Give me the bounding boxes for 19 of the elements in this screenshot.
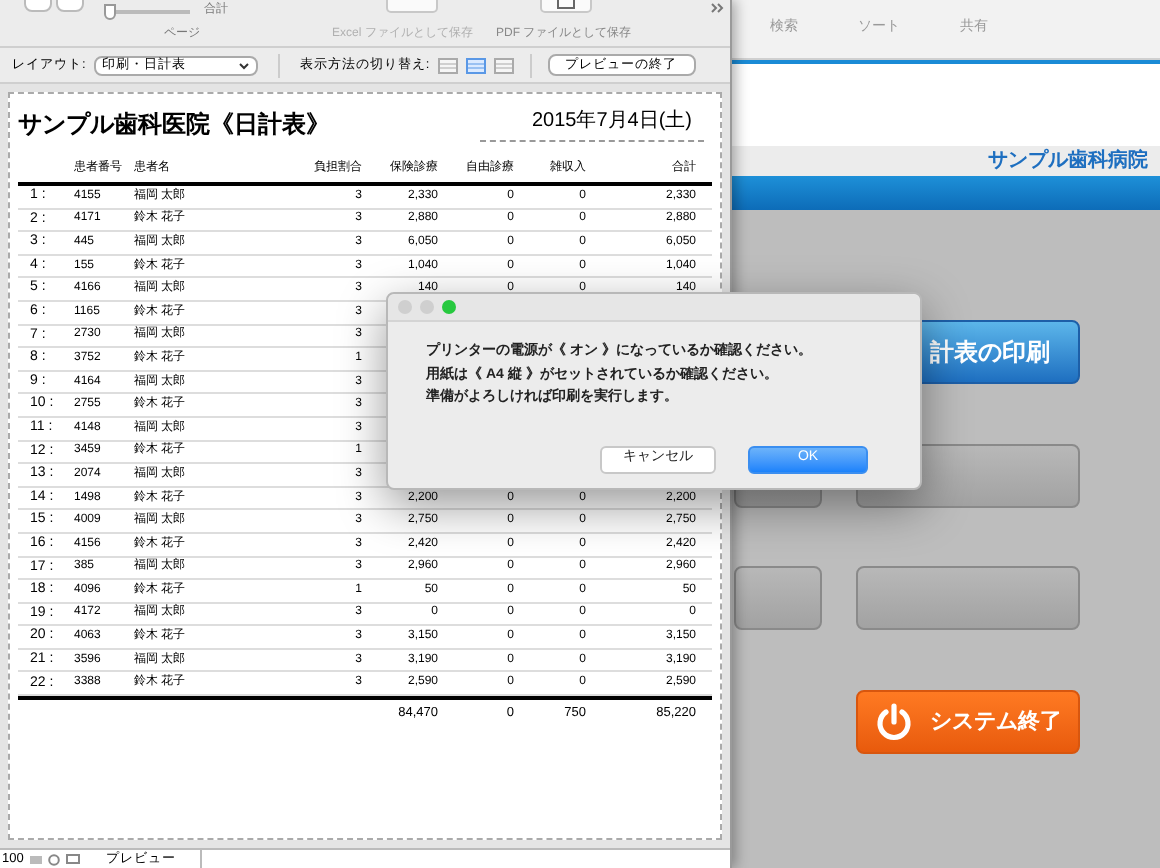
zoom-out-icon	[29, 855, 42, 863]
shutdown-label: システム終了	[930, 707, 1062, 738]
zoom-button[interactable]	[442, 300, 456, 314]
blank-button[interactable]	[856, 566, 1080, 630]
clinic-name: サンプル歯科病院	[988, 146, 1148, 176]
view-mode-icon[interactable]	[465, 57, 486, 73]
blank-button[interactable]	[734, 566, 822, 630]
view-mode-icon[interactable]	[437, 57, 458, 73]
print-icon	[540, 0, 592, 14]
report-date: 2015年7月4日(土)	[480, 106, 704, 142]
zoom-in-icon	[47, 853, 60, 865]
shutdown-button[interactable]: システム終了	[856, 690, 1080, 754]
chevron-down-icon	[237, 61, 250, 69]
slider-thumb[interactable]	[104, 4, 116, 20]
power-icon	[874, 702, 914, 742]
view-mode-icon[interactable]	[493, 57, 514, 73]
report-title: サンプル歯科医院《日計表》	[18, 108, 330, 142]
chevron-icon	[710, 2, 726, 14]
toolbar-toggle-icon	[65, 854, 80, 864]
